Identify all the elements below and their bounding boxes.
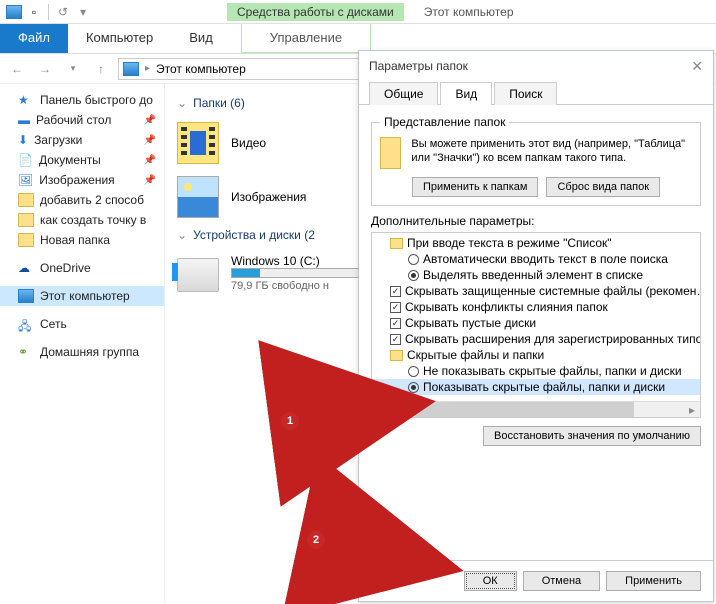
chevron-down-icon: ⌄	[177, 96, 187, 110]
up-button[interactable]: ↑	[90, 58, 112, 80]
annotation-badge-2: 2	[307, 531, 325, 549]
qat-dropdown-icon[interactable]: ▾	[75, 4, 91, 20]
document-icon: 📄	[18, 153, 33, 167]
checkbox-checked-icon	[390, 286, 401, 297]
nav-pictures[interactable]: 🖼Изображения📌	[0, 170, 164, 190]
pin-icon: 📌	[144, 115, 156, 126]
radio-checked-icon	[408, 382, 419, 393]
nav-desktop[interactable]: ▬Рабочий стол📌	[0, 110, 164, 130]
radio-checked-icon	[408, 270, 419, 281]
ribbon-file[interactable]: Файл	[0, 24, 68, 53]
picture-folder-icon	[177, 176, 219, 218]
ribbon-manage[interactable]: Управление	[241, 24, 371, 53]
tree-chk-hide-merge[interactable]: Скрывать конфликты слияния папок	[372, 299, 700, 315]
nav-quick-access[interactable]: ★Панель быстрого до	[0, 90, 164, 110]
restore-defaults-button[interactable]: Восстановить значения по умолчанию	[483, 426, 701, 446]
pin-icon: 📌	[144, 175, 156, 186]
pc-icon	[18, 289, 34, 303]
close-button[interactable]: ✕	[691, 58, 703, 75]
checkbox-checked-icon	[390, 334, 401, 345]
video-folder-icon	[177, 122, 219, 164]
tab-general[interactable]: Общие	[369, 82, 438, 105]
nav-homegroup[interactable]: ⚭Домашняя группа	[0, 342, 164, 362]
nav-folder-add2[interactable]: добавить 2 способ	[0, 190, 164, 210]
nav-folder-new[interactable]: Новая папка	[0, 230, 164, 250]
nav-pane: ★Панель быстрого до ▬Рабочий стол📌 ⬇Загр…	[0, 84, 165, 604]
picture-icon: 🖼	[18, 173, 33, 187]
desktop-icon: ▬	[18, 113, 30, 127]
pin-icon: 📌	[144, 135, 156, 146]
contextual-tab[interactable]: Средства работы с дисками	[227, 3, 404, 21]
back-button[interactable]: ←	[6, 58, 28, 80]
folder-icon	[18, 233, 34, 247]
homegroup-icon: ⚭	[18, 345, 34, 359]
ribbon-view[interactable]: Вид	[171, 24, 231, 53]
ribbon-computer[interactable]: Компьютер	[68, 24, 171, 53]
tree-chk-hide-empty[interactable]: Скрывать пустые диски	[372, 315, 700, 331]
folder-representation-group: Представление папок Вы можете применить …	[371, 115, 701, 206]
advanced-label: Дополнительные параметры:	[371, 214, 701, 228]
folder-icon	[380, 137, 401, 169]
tree-group-list-typing: При вводе текста в режиме "Список"	[372, 235, 700, 251]
dialog-titlebar[interactable]: Параметры папок ✕	[359, 51, 713, 81]
representation-text: Вы можете применить этот вид (например, …	[411, 137, 692, 169]
window-title: Этот компьютер	[424, 5, 514, 19]
dialog-footer: ОК Отмена Применить	[359, 560, 713, 601]
nav-network[interactable]: 🖧Сеть	[0, 314, 164, 334]
drive-usage-bar	[231, 268, 361, 278]
cancel-button[interactable]: Отмена	[523, 571, 600, 591]
tree-chk-hide-protected[interactable]: Скрывать защищенные системные файлы (рек…	[372, 283, 700, 299]
advanced-settings-tree[interactable]: При вводе текста в режиме "Список" Автом…	[371, 232, 701, 418]
folder-icon	[18, 213, 34, 227]
reset-folders-button[interactable]: Сброс вида папок	[546, 177, 660, 197]
cloud-icon: ☁	[18, 261, 34, 275]
pc-icon	[6, 4, 22, 20]
checkbox-checked-icon	[390, 302, 401, 313]
tree-chk-hide-ext[interactable]: Скрывать расширения для зарегистрированн…	[372, 331, 700, 347]
nav-onedrive[interactable]: ☁OneDrive	[0, 258, 164, 278]
nav-downloads[interactable]: ⬇Загрузки📌	[0, 130, 164, 150]
nav-this-pc[interactable]: Этот компьютер	[0, 286, 164, 306]
recent-dropdown[interactable]: ▾	[62, 58, 84, 80]
tree-radio-auto-search[interactable]: Автоматически вводить текст в поле поиск…	[372, 251, 700, 267]
breadcrumb-location[interactable]: Этот компьютер	[156, 62, 246, 76]
nav-folder-howto[interactable]: как создать точку в	[0, 210, 164, 230]
ok-button[interactable]: ОК	[464, 571, 517, 591]
radio-icon	[408, 254, 419, 265]
quick-access-toolbar: ▫ ↺ ▾	[0, 4, 97, 20]
folder-icon	[390, 238, 403, 249]
forward-button[interactable]: →	[34, 58, 56, 80]
tab-search[interactable]: Поиск	[494, 82, 557, 105]
chevron-down-icon: ⌄	[177, 228, 187, 242]
dialog-title: Параметры папок	[369, 59, 468, 73]
download-icon: ⬇	[18, 133, 28, 147]
group-legend: Представление папок	[380, 115, 509, 129]
titlebar: ▫ ↺ ▾ Средства работы с дисками Этот ком…	[0, 0, 716, 24]
tab-view[interactable]: Вид	[440, 82, 492, 105]
apply-button[interactable]: Применить	[606, 571, 701, 591]
checkbox-checked-icon	[390, 318, 401, 329]
radio-icon	[408, 366, 419, 377]
star-icon: ★	[18, 93, 34, 107]
drive-icon	[177, 258, 219, 292]
tree-radio-show-hidden[interactable]: Показывать скрытые файлы, папки и диски	[372, 379, 700, 395]
properties-icon[interactable]: ▫	[26, 4, 42, 20]
folder-icon	[18, 193, 34, 207]
apply-to-folders-button[interactable]: Применить к папкам	[412, 177, 539, 197]
tree-radio-hide-hidden[interactable]: Не показывать скрытые файлы, папки и дис…	[372, 363, 700, 379]
dialog-tabs: Общие Вид Поиск	[359, 81, 713, 105]
undo-icon[interactable]: ↺	[55, 4, 71, 20]
folder-options-dialog: Параметры папок ✕ Общие Вид Поиск Предст…	[358, 50, 714, 602]
pc-icon	[123, 62, 139, 76]
annotation-badge-1: 1	[281, 412, 299, 430]
network-icon: 🖧	[18, 317, 34, 331]
folder-icon	[390, 350, 403, 361]
tree-radio-select-item[interactable]: Выделять введенный элемент в списке	[372, 267, 700, 283]
tree-group-hidden: Скрытые файлы и папки	[372, 347, 700, 363]
horizontal-scrollbar[interactable]: ◂▸	[372, 401, 700, 417]
pin-icon: 📌	[144, 155, 156, 166]
nav-documents[interactable]: 📄Документы📌	[0, 150, 164, 170]
